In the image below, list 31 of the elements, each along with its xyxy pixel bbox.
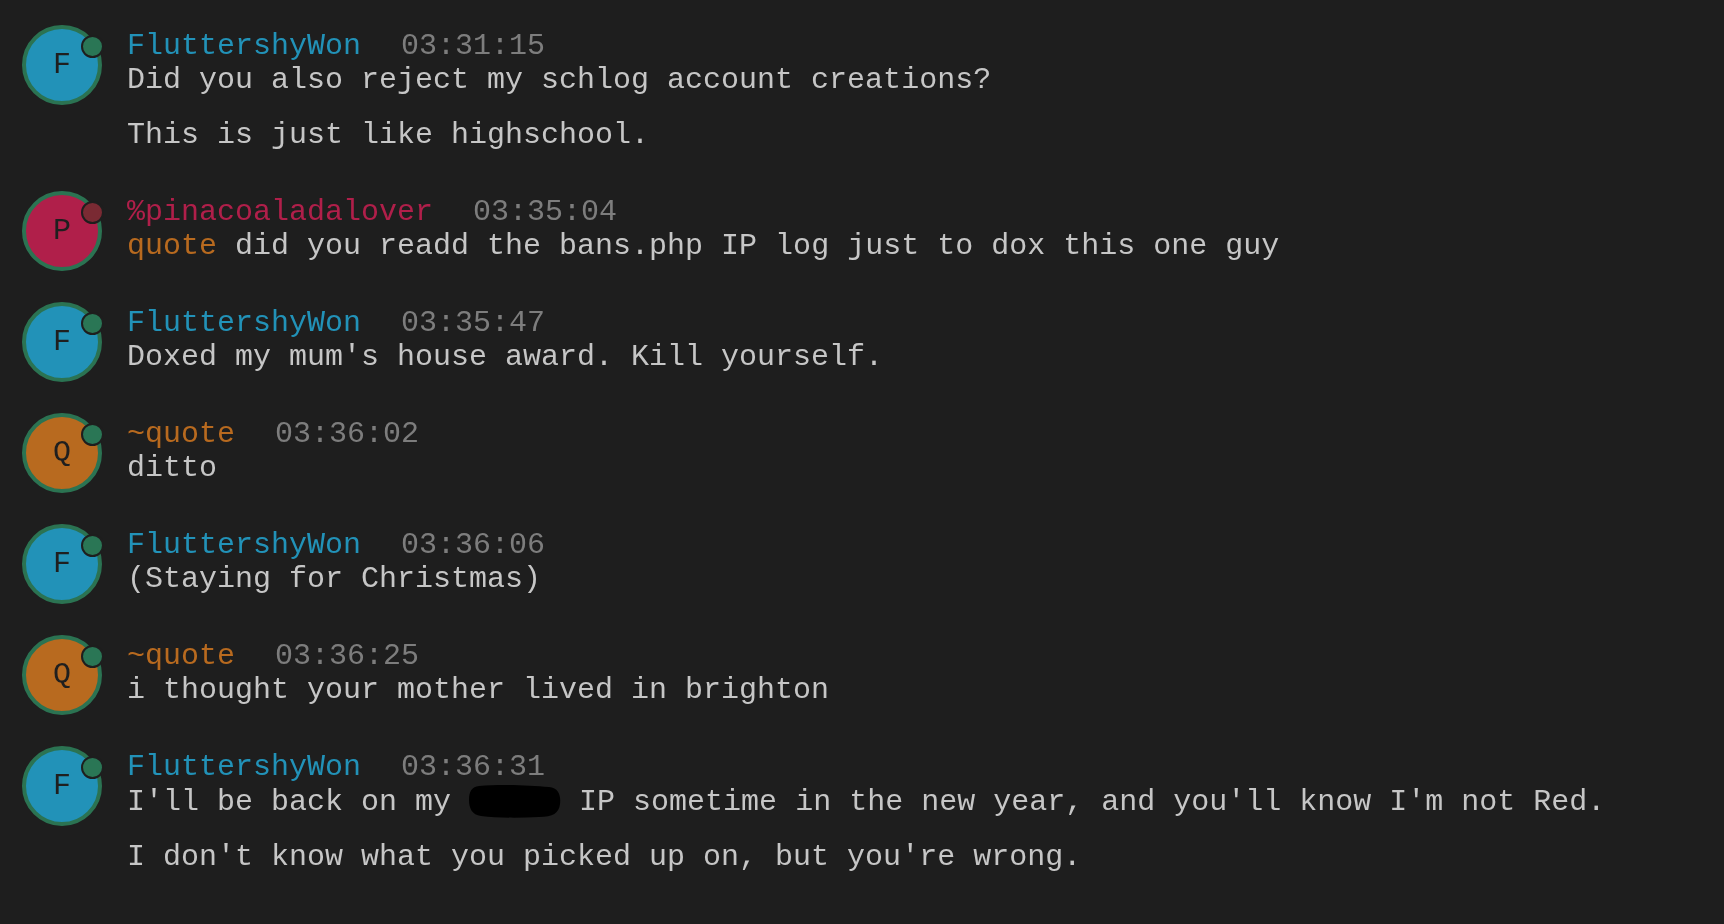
message-text: This is just like highschool. [127,118,651,152]
username: FluttershyWon [127,528,362,562]
message-text: quote did you readd the bans.php IP log just to dox this one guy [127,229,1280,263]
avatar: F [22,302,102,382]
timestamp: 03:35:04 [473,195,618,229]
message-text: I'll be back on my IP sometime in the new year, and you'll know I'm not Red. [127,784,1606,819]
message-text: i thought your mother lived in brighton [127,673,830,707]
timestamp: 03:36:02 [275,417,420,451]
timestamp: 03:35:47 [401,306,546,340]
message-text: Doxed my mum's house award. Kill yourself. [127,340,884,374]
avatar: F [22,524,102,604]
timestamp: 03:36:25 [275,639,420,673]
avatar: F [22,746,102,826]
timestamp: 03:36:31 [401,750,546,784]
timestamp: 03:36:06 [401,528,546,562]
username: FluttershyWon [127,29,362,63]
mention-text: quote [127,229,217,263]
timestamp: 03:31:15 [401,29,546,63]
username: FluttershyWon [127,750,362,784]
message-text: I don't know what you picked up on, but you're wrong. [127,840,1083,874]
avatar: Q [22,413,102,493]
message-text: (Staying for Christmas) [127,562,543,596]
avatar: Q [22,635,102,715]
avatar: P [22,191,102,271]
username: %pinacoaladalover [127,195,434,229]
username: FluttershyWon [127,306,362,340]
username: ~quote [127,417,236,451]
username: ~quote [127,639,236,673]
avatar: F [22,25,102,105]
message-text: Did you also reject my schlog account creations? [127,63,992,97]
message-text: ditto [127,451,218,485]
